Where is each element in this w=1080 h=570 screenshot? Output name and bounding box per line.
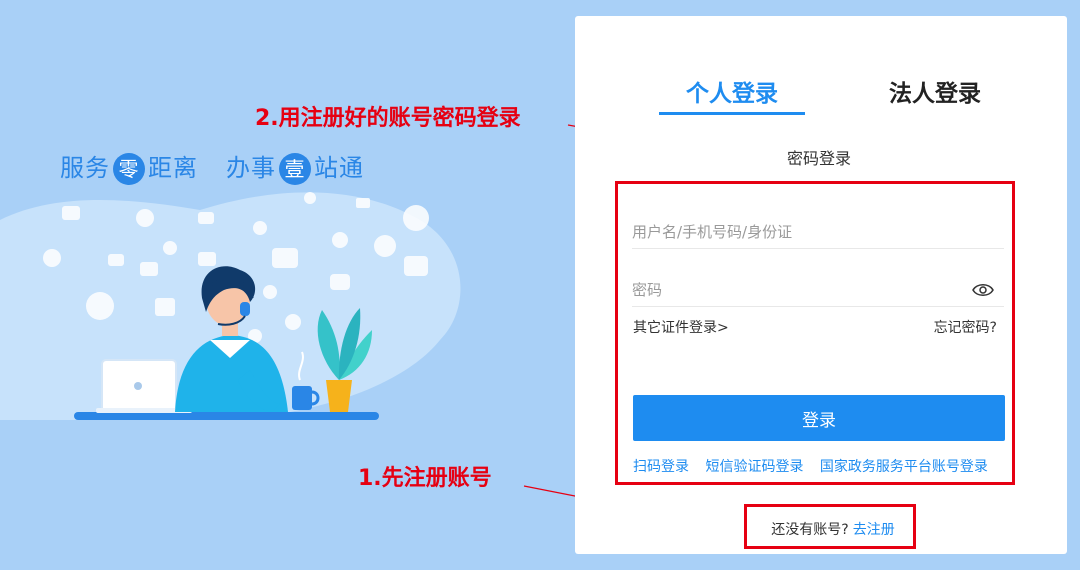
annotation-step-2: 2.用注册好的账号密码登录 (255, 106, 521, 131)
scan-code-login-link[interactable]: 扫码登录 (633, 459, 689, 475)
tab-legal-entity-login[interactable]: 法人登录 (865, 74, 1005, 108)
slogan-text: 站通 (314, 154, 364, 182)
customer-service-illustration (0, 192, 461, 420)
alternative-login-links: 扫码登录 短信验证码登录 国家政务服务平台账号登录 (633, 456, 1005, 476)
password-field-wrapper (632, 276, 1004, 307)
slogan-circle-badge: 零 (113, 153, 145, 185)
username-field-wrapper (632, 218, 1004, 249)
login-mode-title: 密码登录 (786, 149, 851, 168)
login-panel: 个人登录 法人登录 密码登录 其它证件登录> 忘记密码? 登录 扫码登录 短信验… (575, 16, 1067, 554)
password-input[interactable] (632, 276, 962, 304)
slogan-circle-badge: 壹 (279, 153, 311, 185)
annotation-step-1: 1.先注册账号 (358, 466, 492, 491)
register-row: 还没有账号? 去注册 (747, 519, 919, 539)
other-certificate-login-link[interactable]: 其它证件登录> (633, 317, 729, 337)
national-gov-platform-login-link[interactable]: 国家政务服务平台账号登录 (820, 459, 988, 475)
slogan-text: 办事 (226, 154, 276, 182)
forgot-password-link[interactable]: 忘记密码? (934, 317, 997, 337)
login-button[interactable]: 登录 (633, 395, 1005, 441)
register-link[interactable]: 去注册 (853, 522, 895, 538)
slogan-text: 距离 (148, 154, 198, 182)
annotation-highlight-register: 还没有账号? 去注册 (744, 504, 916, 549)
username-input[interactable] (632, 218, 962, 246)
slogan-text: 服务 (60, 154, 110, 182)
eye-icon[interactable] (972, 282, 994, 298)
register-prompt: 还没有账号? (771, 522, 849, 538)
sms-code-login-link[interactable]: 短信验证码登录 (705, 459, 803, 475)
slogan: 服务零距离 办事壹站通 (60, 148, 364, 185)
tab-personal-login[interactable]: 个人登录 (659, 74, 805, 108)
active-tab-indicator (659, 112, 805, 115)
